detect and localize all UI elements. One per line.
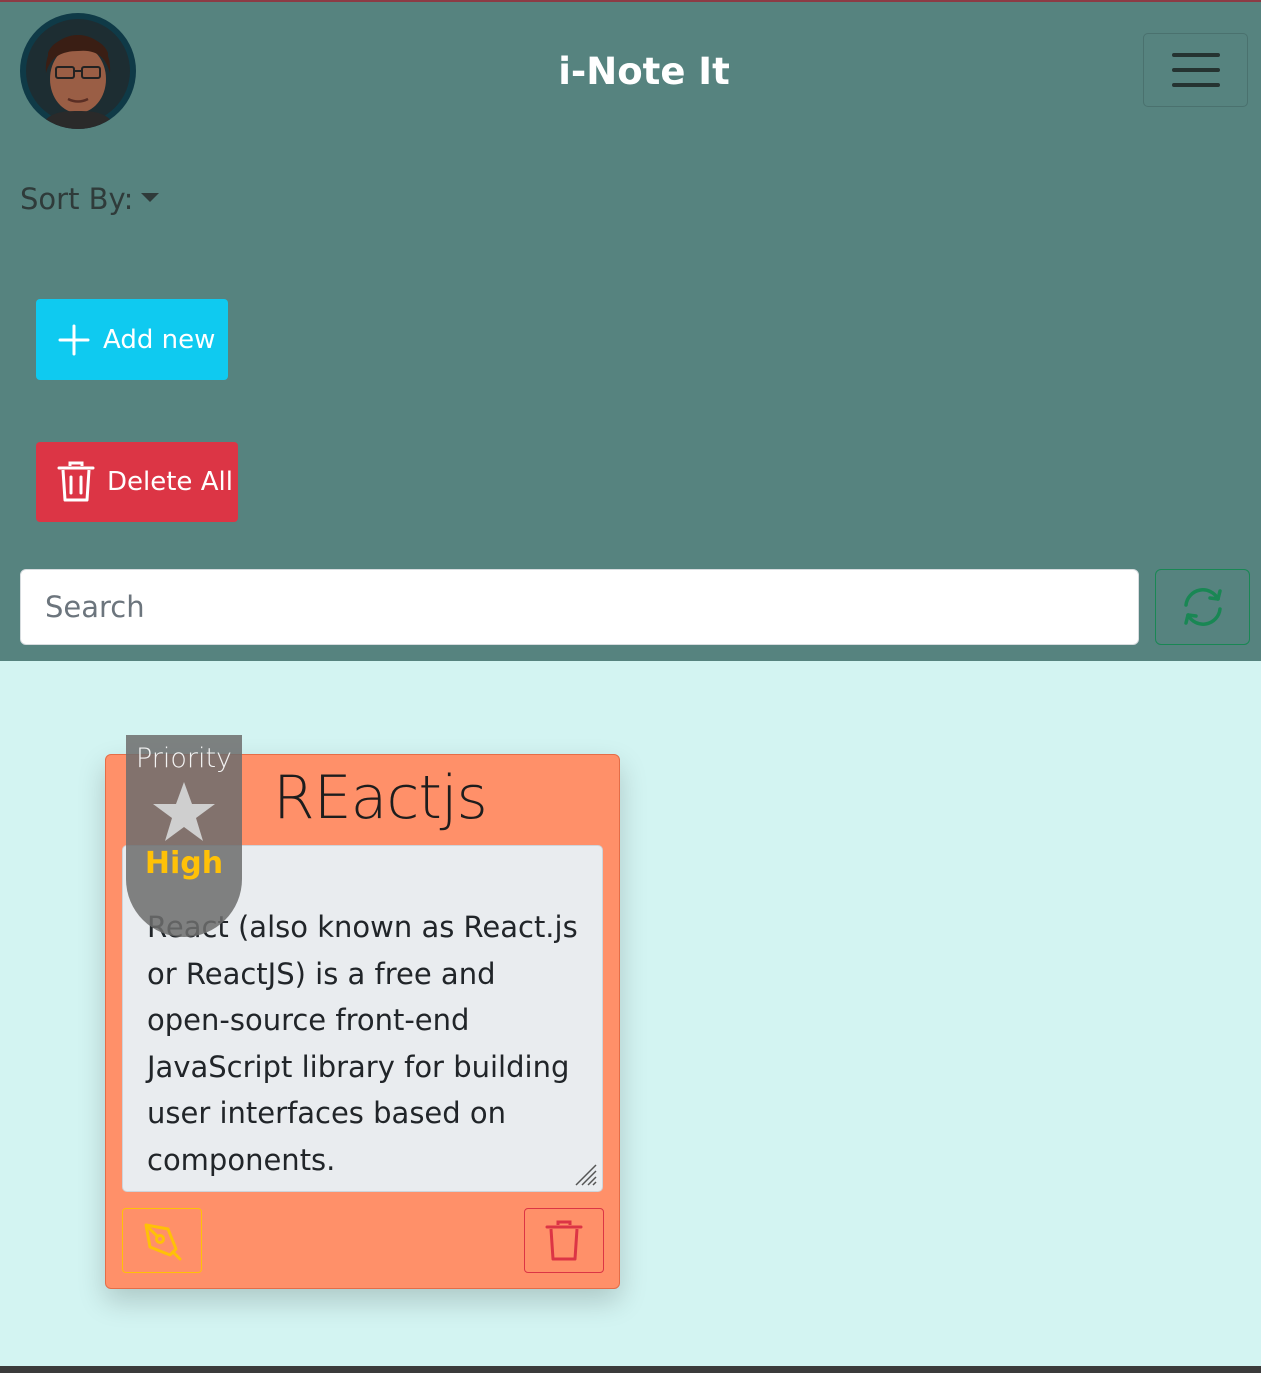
bottom-border bbox=[0, 1366, 1261, 1373]
delete-note-button[interactable] bbox=[524, 1208, 604, 1273]
priority-level: High bbox=[144, 846, 224, 881]
trash-icon bbox=[57, 461, 95, 502]
sort-label: Sort By: bbox=[20, 182, 134, 216]
caret-down-icon bbox=[141, 192, 160, 202]
plus-icon bbox=[58, 324, 90, 355]
add-new-button[interactable]: Add new bbox=[36, 299, 228, 380]
note-title: REactjs bbox=[273, 763, 488, 833]
edit-note-button[interactable] bbox=[122, 1208, 202, 1273]
resize-grip-icon[interactable] bbox=[574, 1163, 598, 1187]
hamburger-menu-icon bbox=[1171, 53, 1220, 57]
menu-toggle-button[interactable] bbox=[1143, 33, 1248, 107]
refresh-button[interactable] bbox=[1155, 569, 1250, 645]
app-title: i-Note It bbox=[558, 50, 730, 93]
sort-dropdown[interactable]: Sort By: bbox=[20, 182, 160, 216]
header: i-Note It Sort By: Add new Delete All Se… bbox=[0, 2, 1261, 661]
search-placeholder: Search bbox=[45, 590, 145, 624]
delete-all-label: Delete All bbox=[107, 467, 233, 497]
pen-icon bbox=[144, 1223, 182, 1260]
note-card: REactjs React (also known as React.js or… bbox=[105, 735, 620, 1289]
trash-icon bbox=[545, 1220, 583, 1260]
add-new-label: Add new bbox=[103, 324, 216, 355]
note-body-text: React (also known as React.js or ReactJS… bbox=[147, 910, 578, 1177]
delete-all-button[interactable]: Delete All bbox=[36, 442, 238, 522]
priority-badge: Priority High bbox=[126, 735, 242, 937]
refresh-icon bbox=[1183, 588, 1222, 626]
star-icon bbox=[153, 782, 215, 841]
priority-label: Priority bbox=[135, 743, 233, 774]
search-input[interactable]: Search bbox=[20, 569, 1139, 645]
